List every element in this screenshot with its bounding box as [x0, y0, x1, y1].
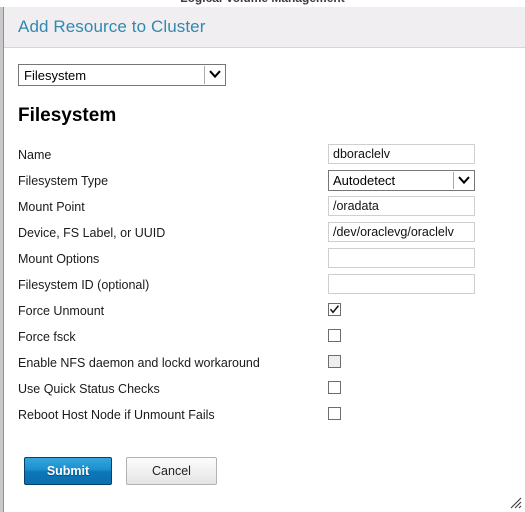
form-row-use-quick-status-checks: Use Quick Status Checks [4, 378, 525, 404]
form-row-filesystem-id: Filesystem ID (optional) [4, 274, 525, 300]
filesystem-type-value: Autodetect [333, 173, 396, 188]
label-device-fs-label-uuid: Device, FS Label, or UUID [18, 226, 166, 240]
form-row-mount-point: Mount Point [4, 196, 525, 222]
label-mount-point: Mount Point [18, 200, 85, 214]
form-row-enable-nfs-daemon-lockd-workaround: Enable NFS daemon and lockd workaround [4, 352, 525, 378]
label-use-quick-status-checks: Use Quick Status Checks [18, 382, 160, 396]
reboot-host-node-if-unmount-fails-checkbox[interactable] [328, 407, 341, 420]
control-enable-nfs-daemon-lockd-workaround [328, 352, 341, 368]
page-title-truncated: Logical Volume Management [0, 0, 525, 5]
panel-body: Filesystem Filesystem Name Filesystem Typ… [4, 49, 525, 512]
control-use-quick-status-checks [328, 378, 341, 394]
label-force-unmount: Force Unmount [18, 304, 105, 318]
control-mount-point [328, 196, 475, 216]
enable-nfs-daemon-lockd-workaround-checkbox[interactable] [328, 355, 341, 368]
mount-point-input[interactable] [328, 196, 475, 216]
resource-type-value: Filesystem [24, 68, 87, 83]
force-unmount-checkbox[interactable] [328, 303, 341, 316]
label-enable-nfs-daemon-lockd-workaround: Enable NFS daemon and lockd workaround [18, 356, 260, 370]
truncated-page-title-strip: Logical Volume Management [0, 0, 525, 7]
resource-type-select[interactable]: Filesystem [18, 64, 226, 86]
form-row-mount-options: Mount Options [4, 248, 525, 274]
control-force-unmount [328, 300, 341, 316]
form-row-name: Name [4, 144, 525, 170]
label-name: Name [18, 148, 52, 162]
control-mount-options [328, 248, 475, 268]
label-filesystem-id: Filesystem ID (optional) [18, 278, 150, 292]
control-device-fs-label-uuid [328, 222, 475, 242]
filesystem-id-input[interactable] [328, 274, 475, 294]
control-filesystem-type: Autodetect [328, 170, 475, 191]
label-filesystem-type: Filesystem Type [18, 174, 109, 188]
chevron-down-icon [208, 70, 221, 79]
checkmark-icon [329, 305, 340, 314]
name-input[interactable] [328, 144, 475, 164]
resize-grip-icon[interactable] [509, 496, 522, 509]
control-force-fsck [328, 326, 341, 342]
cancel-button[interactable]: Cancel [126, 457, 217, 485]
page-title: Add Resource to Cluster [18, 17, 206, 36]
device-fs-label-uuid-input[interactable] [328, 222, 475, 242]
form-row-force-unmount: Force Unmount [4, 300, 525, 326]
mount-options-input[interactable] [328, 248, 475, 268]
filesystem-type-select[interactable]: Autodetect [328, 170, 475, 191]
filesystem-type-chevron[interactable] [453, 172, 473, 189]
label-force-fsck: Force fsck [18, 330, 76, 344]
form-row-filesystem-type: Filesystem Type Autodetect [4, 170, 525, 196]
form-row-device-fs-label-uuid: Device, FS Label, or UUID [4, 222, 525, 248]
control-reboot-host-node-if-unmount-fails [328, 404, 341, 420]
section-heading: Filesystem [18, 105, 117, 126]
form-row-force-fsck: Force fsck [4, 326, 525, 352]
resource-type-chevron[interactable] [204, 66, 224, 84]
chevron-down-icon [457, 175, 470, 184]
panel-header: Add Resource to Cluster [4, 7, 525, 48]
control-name [328, 144, 475, 164]
form-rows: Name Filesystem Type Autodetect Mount Point… [4, 144, 525, 430]
force-fsck-checkbox[interactable] [328, 329, 341, 342]
form-row-reboot-host-node-if-unmount-fails: Reboot Host Node if Unmount Fails [4, 404, 525, 430]
label-mount-options: Mount Options [18, 252, 100, 266]
submit-button[interactable]: Submit [24, 457, 112, 485]
control-filesystem-id [328, 274, 475, 294]
use-quick-status-checks-checkbox[interactable] [328, 381, 341, 394]
label-reboot-host-node-if-unmount-fails: Reboot Host Node if Unmount Fails [18, 408, 215, 422]
